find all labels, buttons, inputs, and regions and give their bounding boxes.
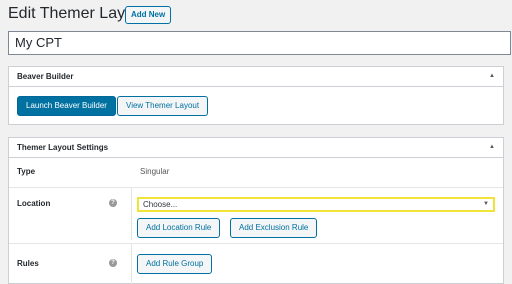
location-row: Location ? Choose... ▼ Add Location Rule…: [9, 187, 503, 240]
column-divider: [131, 244, 132, 284]
post-title-input[interactable]: My CPT: [8, 31, 511, 55]
type-label: Type: [17, 167, 36, 176]
settings-box-header[interactable]: Themer Layout Settings ▲: [9, 138, 503, 158]
triangle-down-icon: ▼: [483, 201, 489, 207]
view-themer-layout-button[interactable]: View Themer Layout: [117, 96, 209, 116]
beaver-builder-box-title: Beaver Builder: [17, 72, 74, 81]
add-new-button[interactable]: Add New: [125, 6, 172, 24]
themer-layout-settings-box: Themer Layout Settings ▲ Type Singular L…: [8, 137, 504, 284]
add-exclusion-rule-button[interactable]: Add Exclusion Rule: [230, 218, 318, 238]
triangle-up-icon[interactable]: ▲: [489, 138, 495, 157]
location-select[interactable]: Choose... ▼: [137, 197, 495, 212]
rules-row: Rules ? Add Rule Group: [9, 243, 503, 284]
add-rule-group-button[interactable]: Add Rule Group: [137, 254, 213, 274]
beaver-builder-box: Beaver Builder ▲ Launch Beaver Builder V…: [8, 66, 504, 125]
type-row: Type Singular: [9, 158, 503, 182]
question-mark-icon[interactable]: ?: [109, 259, 117, 267]
location-select-value: Choose...: [143, 200, 178, 209]
add-location-rule-button[interactable]: Add Location Rule: [137, 218, 221, 238]
question-mark-icon[interactable]: ?: [109, 199, 117, 207]
launch-beaver-builder-button[interactable]: Launch Beaver Builder: [17, 96, 116, 116]
beaver-builder-box-header[interactable]: Beaver Builder ▲: [9, 67, 503, 87]
settings-box-title: Themer Layout Settings: [17, 143, 109, 152]
location-label: Location: [17, 199, 51, 208]
column-divider: [131, 188, 132, 240]
type-value: Singular: [140, 167, 170, 176]
rules-label: Rules: [17, 259, 39, 268]
triangle-up-icon[interactable]: ▲: [489, 67, 495, 86]
